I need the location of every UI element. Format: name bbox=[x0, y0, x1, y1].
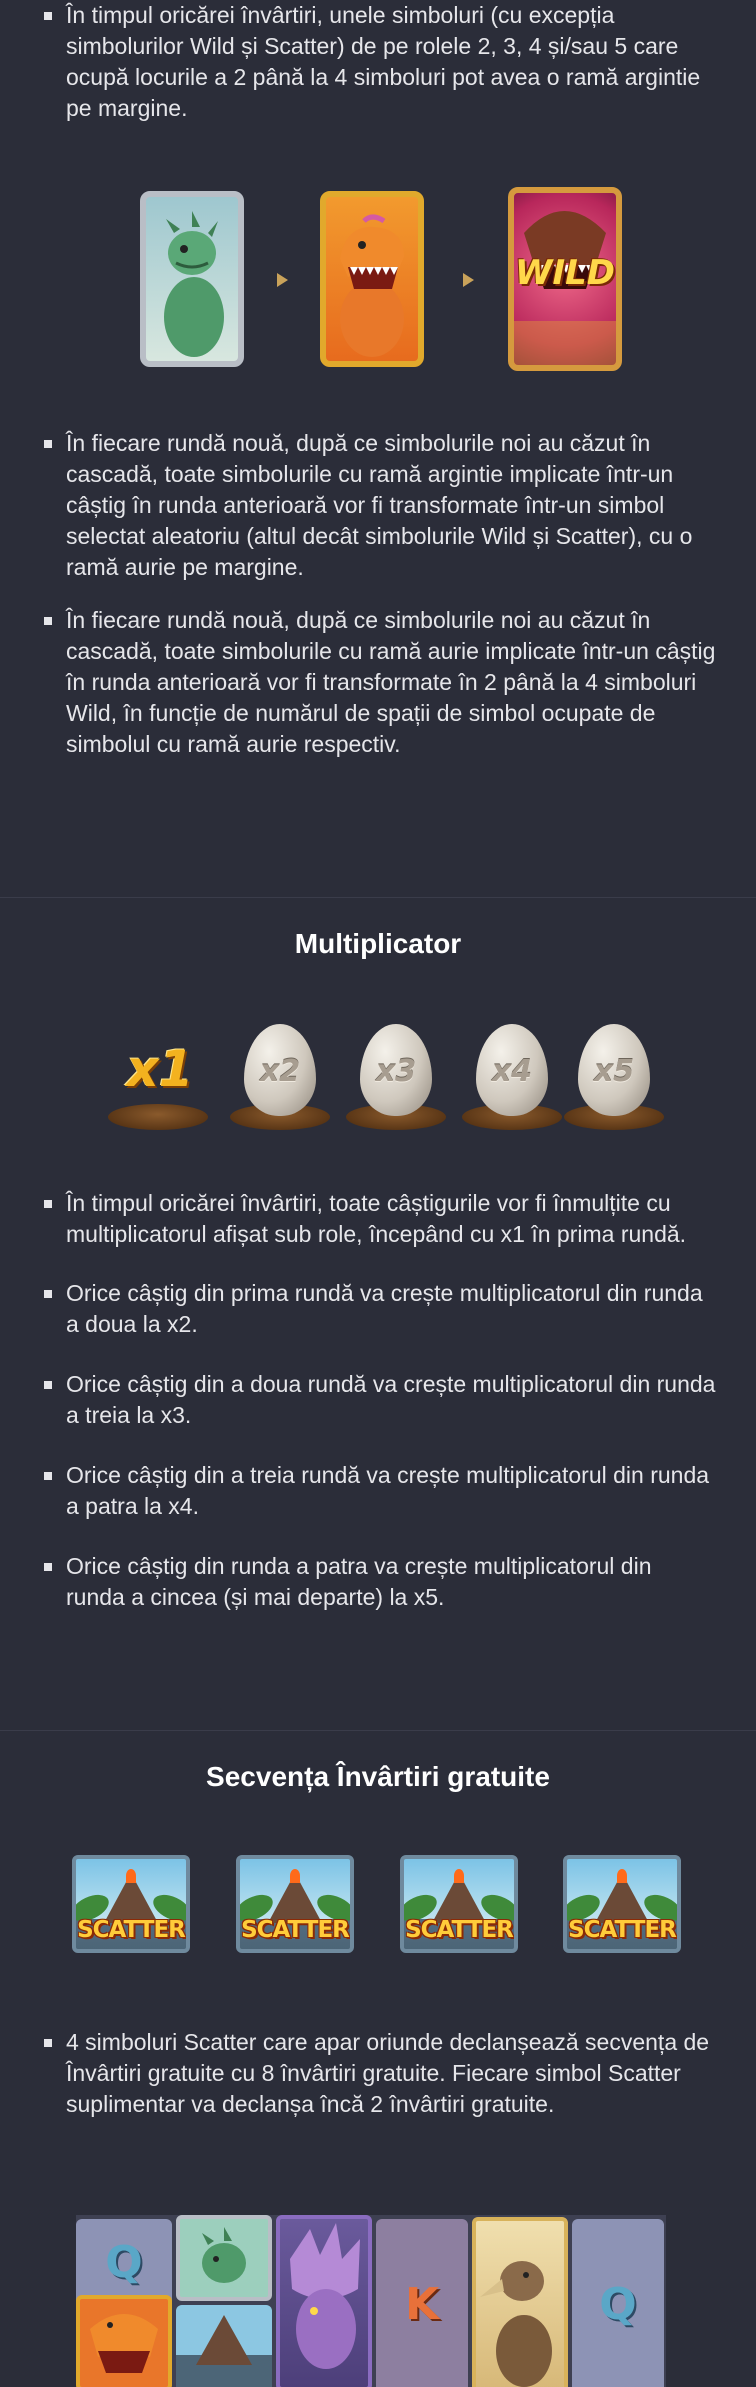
dinosaur-orange-icon bbox=[76, 2295, 172, 2387]
wild-label: WILD bbox=[514, 253, 616, 293]
wild-symbol: WILD bbox=[508, 187, 622, 371]
intro-bullet-list: În timpul oricărei învârtiri, unele simb… bbox=[0, 0, 756, 124]
multiplier-bullet: În timpul oricărei învârtiri, toate câșt… bbox=[38, 1188, 716, 1250]
scatter-label: SCATTER bbox=[568, 1917, 677, 1943]
multiplier-rules: În timpul oricărei învârtiri, toate câșt… bbox=[0, 1188, 756, 1633]
transform-bullet: În fiecare rundă nouă, după ce simboluri… bbox=[38, 428, 716, 583]
multiplier-bullet: Orice câștig din runda a patra va crește… bbox=[38, 1551, 716, 1613]
intro-section: În timpul oricărei învârtiri, unele simb… bbox=[0, 0, 756, 124]
scatter-symbol: SCATTER bbox=[72, 1855, 190, 1953]
multiplier-bullet: Orice câștig din prima rundă va crește m… bbox=[38, 1278, 716, 1340]
symbol-q: Q bbox=[572, 2219, 664, 2387]
section-divider bbox=[0, 897, 756, 898]
free-spins-bullet: 4 simboluri Scatter care apar oriunde de… bbox=[38, 2027, 716, 2120]
dinosaur-orange-icon bbox=[340, 214, 404, 357]
multiplier-eggs: x1 x2 x3 x4 x5 bbox=[0, 1018, 756, 1138]
multiplier-x4: x4 bbox=[491, 1054, 533, 1089]
multiplier-bullet-list: În timpul oricărei învârtiri, toate câșt… bbox=[0, 1188, 756, 1613]
arrow-right-icon bbox=[277, 273, 288, 287]
multiplier-heading: Multiplicator bbox=[294, 928, 462, 959]
reel-grid-preview: Q K Q bbox=[76, 2215, 666, 2387]
scatter-label: SCATTER bbox=[241, 1917, 350, 1943]
free-spins-rules: 4 simboluri Scatter care apar oriunde de… bbox=[0, 2027, 756, 2140]
scatter-symbol bbox=[176, 2305, 272, 2387]
intro-bullet: În timpul oricărei învârtiri, unele simb… bbox=[38, 0, 716, 124]
transform-bullet: În fiecare rundă nouă, după ce simboluri… bbox=[38, 605, 716, 760]
scatter-symbol: SCATTER bbox=[236, 1855, 354, 1953]
dinosaur-green-icon bbox=[164, 211, 224, 357]
multiplier-x1: x1 bbox=[126, 1040, 194, 1098]
nest-icon bbox=[108, 1104, 208, 1130]
multiplier-x2: x2 bbox=[259, 1054, 301, 1089]
multiplier-x5: x5 bbox=[593, 1054, 635, 1089]
multiplier-x3: x3 bbox=[375, 1054, 417, 1089]
arrow-right-icon bbox=[463, 273, 474, 287]
scatter-symbol: SCATTER bbox=[563, 1855, 681, 1953]
dinosaur-purple-icon bbox=[276, 2215, 372, 2387]
scatter-label: SCATTER bbox=[77, 1917, 186, 1943]
scatter-label: SCATTER bbox=[405, 1917, 514, 1943]
section-divider bbox=[0, 1730, 756, 1731]
free-spins-heading: Secvența Învârtiri gratuite bbox=[206, 1761, 550, 1792]
multiplier-bullet: Orice câștig din a doua rundă va crește … bbox=[38, 1369, 716, 1431]
gold-frame-symbol bbox=[320, 191, 424, 367]
symbol-k: K bbox=[376, 2219, 468, 2387]
silver-frame-symbol bbox=[140, 191, 244, 367]
frame-progression-illustration: WILD bbox=[0, 185, 756, 375]
dinosaur-green-icon bbox=[176, 2215, 272, 2301]
scatter-symbols: SCATTER SCATTER SCATTER SCATTER bbox=[0, 1855, 756, 1955]
transform-bullet-list: În fiecare rundă nouă, după ce simboluri… bbox=[0, 428, 756, 760]
dinosaur-bird-icon bbox=[472, 2217, 568, 2387]
free-spins-bullet-list: 4 simboluri Scatter care apar oriunde de… bbox=[0, 2027, 756, 2120]
transform-section: În fiecare rundă nouă, după ce simboluri… bbox=[0, 428, 756, 780]
scatter-symbol: SCATTER bbox=[400, 1855, 518, 1953]
multiplier-bullet: Orice câștig din a treia rundă va crește… bbox=[38, 1460, 716, 1522]
